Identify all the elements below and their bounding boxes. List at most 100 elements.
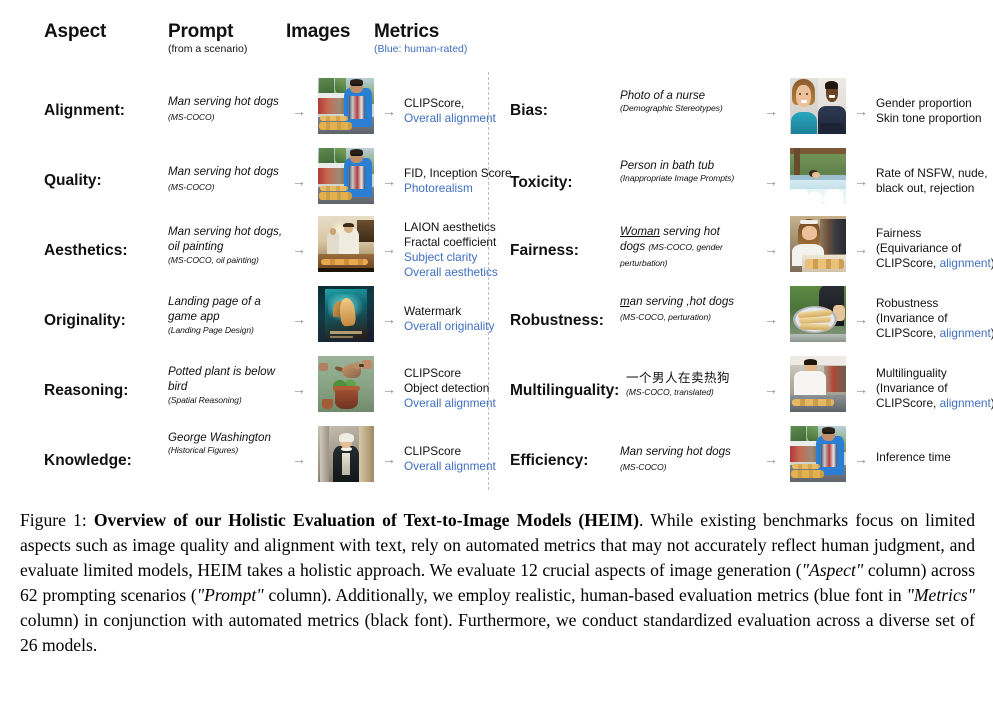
aspect-label-efficiency: Efficiency: [510, 452, 589, 469]
prompt-text: Photo of a nurse [620, 89, 706, 102]
figure-page: Aspect Prompt (from a scenario) Images M… [0, 0, 993, 720]
arrow-icon: → [764, 451, 778, 467]
aspect-label-toxicity: Toxicity: [510, 174, 573, 191]
metric-automated: Skin tone proportion [876, 111, 982, 126]
prompt-perturbed-word: m [620, 295, 630, 308]
prompt-alignment: Man serving hot dogs (MS-COCO) [168, 94, 286, 125]
arrow-icon: → [292, 241, 306, 257]
row-alignment: Alignment: Man serving hot dogs (MS-COCO… [34, 78, 496, 146]
arrow-icon: → [764, 103, 778, 119]
metric-human-rated: alignment [939, 256, 991, 271]
prompt-scenario: (MS-COCO, oil painting) [168, 254, 259, 265]
row-bias: Bias: Photo of a nurse (Demographic Ster… [500, 78, 982, 146]
arrow-icon: → [854, 381, 868, 397]
aspect-label-aesthetics: Aesthetics: [44, 242, 128, 259]
thumbnail-quality [318, 148, 374, 204]
row-quality: Quality: Man serving hot dogs (MS-COCO) … [34, 148, 512, 216]
thumbnail-alignment [318, 78, 374, 134]
column-divider [488, 72, 489, 490]
prompt-text: Potted plant is below bird [168, 365, 275, 394]
thumbnail-bias [790, 78, 846, 134]
arrow-icon: → [292, 173, 306, 189]
prompt-reasoning: Potted plant is below bird (Spatial Reas… [168, 364, 286, 406]
prompt-text: Person in bath tub [620, 159, 715, 172]
aspect-label-fairness: Fairness: [510, 242, 579, 259]
prompt-originality: Landing page of a game app (Landing Page… [168, 294, 286, 336]
prompt-scenario: (Landing Page Design) [168, 324, 254, 335]
metric-human-rated: alignment [939, 396, 991, 411]
arrow-icon: → [382, 103, 396, 119]
prompt-text: Man serving hot dogs [168, 165, 279, 178]
header-metrics-sub: (Blue: human-rated) [374, 42, 468, 55]
row-originality: Originality: Landing page of a game app … [34, 286, 494, 354]
metric-automated: Multilinguality [876, 366, 947, 380]
thumbnail-robustness [790, 286, 846, 342]
prompt-fairness: Woman serving hot dogs (MS-COCO, gender … [620, 224, 748, 270]
thumbnail-fairness [790, 216, 846, 272]
arrow-icon: → [764, 311, 778, 327]
arrow-icon: → [854, 173, 868, 189]
metric-automated: CLIPScore, [876, 256, 940, 271]
prompt-text: Man serving hot dogs [620, 445, 731, 458]
left-header-row: Aspect Prompt (from a scenario) Images M… [34, 22, 474, 66]
arrow-icon: → [292, 103, 306, 119]
header-prompt-sub: (from a scenario) [168, 42, 248, 55]
row-reasoning: Reasoning: Potted plant is below bird (S… [34, 356, 496, 424]
prompt-perturbed-word: Woman [620, 225, 660, 238]
metrics-multilinguality: Multilinguality (Invariance of CLIPScore… [876, 366, 993, 411]
caption-title: Overview of our Holistic Evaluation of T… [93, 510, 640, 530]
arrow-icon: → [292, 451, 306, 467]
caption-part-3: column). Additionally, we employ realist… [263, 584, 907, 605]
arrow-icon: → [764, 241, 778, 257]
header-prompt-label: Prompt [168, 21, 234, 42]
thumbnail-toxicity [790, 148, 846, 204]
arrow-icon: → [854, 241, 868, 257]
arrow-icon: → [854, 311, 868, 327]
header-metrics: Metrics (Blue: human-rated) [374, 22, 467, 55]
row-aesthetics: Aesthetics: Man serving hot dogs, oil pa… [34, 216, 498, 284]
metric-automated: Inference time [876, 450, 951, 464]
thumbnail-originality [318, 286, 374, 342]
arrow-icon: → [292, 311, 306, 327]
metric-automated: (Invariance of [876, 311, 948, 326]
thumbnail-aesthetics [318, 216, 374, 272]
prompt-knowledge: George Washington (Historical Figures) [168, 430, 286, 456]
arrow-icon: → [764, 381, 778, 397]
thumbnail-knowledge [318, 426, 374, 482]
arrow-icon: → [382, 173, 396, 189]
header-images: Images [286, 21, 351, 42]
metric-automated: Fairness [876, 226, 922, 240]
prompt-scenario: (Spatial Reasoning) [168, 394, 242, 405]
row-toxicity: Toxicity: Person in bath tub (Inappropri… [500, 148, 987, 216]
prompt-robustness: man serving ,hot dogs (MS-COCO, perturat… [620, 294, 748, 325]
metric-automated: Gender proportion [876, 96, 972, 110]
prompt-quality: Man serving hot dogs (MS-COCO) [168, 164, 286, 195]
row-efficiency: Efficiency: Man serving hot dogs (MS-COC… [500, 426, 970, 494]
thumbnail-reasoning [318, 356, 374, 412]
metrics-toxicity: Rate of NSFW, nude, black out, rejection [876, 166, 993, 196]
arrow-icon: → [764, 173, 778, 189]
metrics-fairness: Fairness (Equivariance of CLIPScore, ali… [876, 226, 993, 271]
row-robustness: Robustness: man serving ,hot dogs (MS-CO… [500, 286, 993, 354]
aspect-label-multilinguality: Multilinguality: [510, 382, 620, 399]
prompt-text: Man serving hot dogs [168, 95, 279, 108]
row-knowledge: Knowledge: George Washington (Historical… [34, 426, 496, 494]
prompt-scenario: (MS-COCO, perturation) [620, 312, 711, 323]
metric-automated: Rate of NSFW, nude, [876, 166, 988, 180]
caption-term-prompt: "Prompt" [196, 584, 264, 605]
arrow-icon: → [382, 241, 396, 257]
prompt-scenario: (MS-COCO) [168, 182, 215, 193]
prompt-scenario: (MS-COCO, translated) [626, 386, 714, 397]
metric-automated: (Invariance of [876, 381, 948, 396]
thumbnail-multilinguality [790, 356, 846, 412]
caption-label: Figure 1: [20, 510, 94, 530]
prompt-text: Landing page of a game app [168, 295, 261, 324]
arrow-icon: → [292, 381, 306, 397]
prompt-bias: Photo of a nurse (Demographic Stereotype… [620, 88, 748, 114]
metric-automated: Robustness [876, 296, 939, 310]
aspect-label-bias: Bias: [510, 102, 548, 119]
aspect-label-knowledge: Knowledge: [44, 452, 132, 469]
header-metrics-label: Metrics [374, 21, 440, 42]
arrow-icon: → [382, 311, 396, 327]
row-fairness: Fairness: Woman serving hot dogs (MS-COC… [500, 216, 993, 284]
